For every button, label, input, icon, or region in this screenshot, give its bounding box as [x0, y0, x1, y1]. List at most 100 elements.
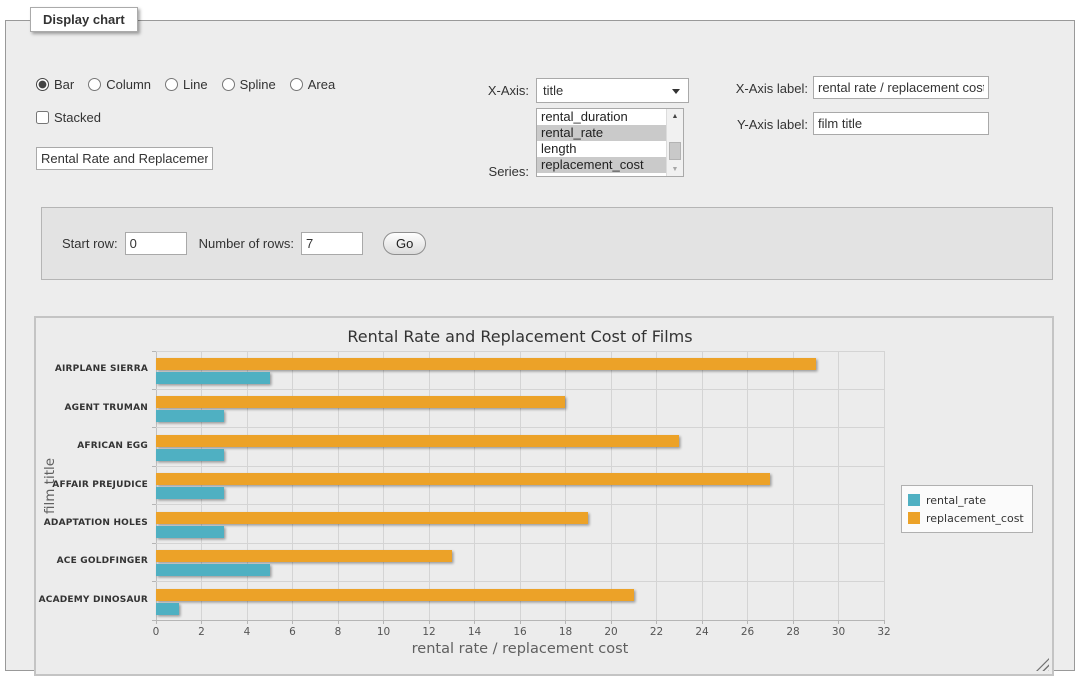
start-row-input[interactable] [125, 232, 187, 255]
x-tick-mark [474, 620, 475, 624]
series-multiselect[interactable]: rental_durationrental_ratelengthreplacem… [536, 108, 684, 177]
series-scrollbar[interactable]: ▲ ▼ [666, 109, 683, 176]
x-tick-label: 2 [187, 626, 217, 638]
x-tick-label: 18 [551, 626, 581, 638]
chart-type-label: Spline [240, 77, 276, 92]
gridline-y-1 [156, 389, 884, 390]
y-axis-label-input[interactable] [813, 112, 989, 135]
gridline-x-6 [292, 351, 293, 620]
series-options: rental_durationrental_ratelengthreplacem… [537, 109, 666, 176]
chart-type-radio-column[interactable] [88, 78, 101, 91]
gridline-x-20 [611, 351, 612, 620]
gridline-x-24 [702, 351, 703, 620]
series-option-length[interactable]: length [537, 141, 666, 157]
x-tick-label: 4 [232, 626, 262, 638]
y-tick-mark [152, 620, 156, 621]
x-tick-mark [383, 620, 384, 624]
num-rows-input[interactable] [301, 232, 363, 255]
y-tick-mark [152, 351, 156, 352]
chart-type-line[interactable]: Line [165, 77, 208, 92]
x-axis-select-label: X-Axis: [436, 83, 529, 98]
x-tick-label: 6 [278, 626, 308, 638]
category-label: AGENT TRUMAN [36, 403, 148, 413]
chart-resize-handle[interactable] [1036, 658, 1049, 671]
bar-rental_rate [156, 487, 224, 499]
y-tick-mark [152, 466, 156, 467]
gridline-x-8 [338, 351, 339, 620]
gridline-x-18 [565, 351, 566, 620]
x-axis-label-input[interactable] [813, 76, 989, 99]
category-label: ACADEMY DINOSAUR [36, 595, 148, 605]
chart-type-label: Area [308, 77, 335, 92]
x-tick-label: 26 [733, 626, 763, 638]
gridline-y-3 [156, 466, 884, 467]
legend-item-rental_rate[interactable]: rental_rate [908, 491, 1024, 509]
series-option-rental_rate[interactable]: rental_rate [537, 125, 666, 141]
chart-type-label: Column [106, 77, 151, 92]
gridline-y-7 [156, 620, 884, 621]
x-tick-label: 0 [141, 626, 171, 638]
gridline-y-5 [156, 543, 884, 544]
bar-replacement_cost [156, 396, 565, 408]
category-label: ADAPTATION HOLES [36, 518, 148, 528]
chart-type-radio-line[interactable] [165, 78, 178, 91]
scroll-up-icon[interactable]: ▲ [667, 109, 683, 123]
gridline-x-10 [383, 351, 384, 620]
gridline-y-4 [156, 504, 884, 505]
x-tick-label: 10 [369, 626, 399, 638]
legend-label: replacement_cost [926, 512, 1024, 525]
x-tick-mark [656, 620, 657, 624]
display-chart-fieldset: BarColumnLineSplineArea Stacked X-Axis: … [5, 20, 1075, 671]
chart-type-column[interactable]: Column [88, 77, 151, 92]
x-tick-label: 8 [323, 626, 353, 638]
chart-type-bar[interactable]: Bar [36, 77, 74, 92]
x-tick-label: 28 [778, 626, 808, 638]
series-option-rental_duration[interactable]: rental_duration [537, 109, 666, 125]
chart-type-radio-area[interactable] [290, 78, 303, 91]
bar-rental_rate [156, 603, 179, 615]
scroll-down-icon[interactable]: ▼ [667, 162, 683, 176]
chart-type-spline[interactable]: Spline [222, 77, 276, 92]
chart-type-label: Bar [54, 77, 74, 92]
scrollbar-thumb[interactable] [669, 142, 681, 160]
fieldset-legend: Display chart [30, 7, 138, 32]
bar-rental_rate [156, 564, 270, 576]
x-tick-mark [793, 620, 794, 624]
gridline-x-14 [474, 351, 475, 620]
x-tick-mark [201, 620, 202, 624]
stacked-label: Stacked [54, 110, 101, 125]
bar-replacement_cost [156, 358, 816, 370]
chart-type-radio-bar[interactable] [36, 78, 49, 91]
y-axis-title: film title [42, 458, 58, 514]
chart-type-radio-spline[interactable] [222, 78, 235, 91]
chart-title: Rental Rate and Replacement Cost of Film… [156, 327, 884, 346]
x-tick-mark [702, 620, 703, 624]
y-tick-mark [152, 427, 156, 428]
legend-item-replacement_cost[interactable]: replacement_cost [908, 509, 1024, 527]
x-tick-label: 14 [460, 626, 490, 638]
bar-rental_rate [156, 449, 224, 461]
x-axis-select[interactable]: title [536, 78, 689, 103]
stacked-row[interactable]: Stacked [36, 110, 101, 125]
chart-legend: rental_rate replacement_cost [901, 485, 1033, 533]
series-option-replacement_cost[interactable]: replacement_cost [537, 157, 666, 173]
bar-replacement_cost [156, 550, 452, 562]
gridline-y-6 [156, 581, 884, 582]
gridline-x-22 [656, 351, 657, 620]
y-tick-mark [152, 581, 156, 582]
gridline-x-32 [884, 351, 885, 620]
chart-type-area[interactable]: Area [290, 77, 335, 92]
x-tick-label: 16 [505, 626, 535, 638]
bar-replacement_cost [156, 512, 588, 524]
bar-rental_rate [156, 372, 270, 384]
chart-title-input[interactable] [36, 147, 213, 170]
bar-replacement_cost [156, 473, 770, 485]
start-row-label: Start row: [62, 236, 118, 251]
stacked-checkbox[interactable] [36, 111, 49, 124]
go-button[interactable]: Go [383, 232, 426, 255]
series-list-label: Series: [436, 164, 529, 179]
gridline-x-12 [429, 351, 430, 620]
chart-type-label: Line [183, 77, 208, 92]
x-tick-label: 20 [596, 626, 626, 638]
gridline-x-2 [201, 351, 202, 620]
